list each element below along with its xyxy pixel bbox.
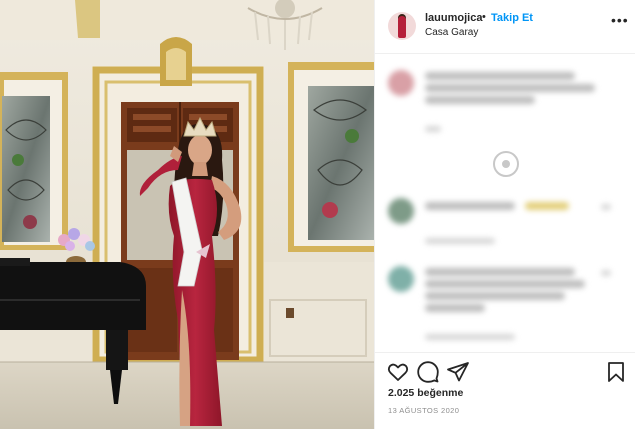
avatar[interactable] (388, 12, 416, 40)
ceiling-ornament-left (75, 0, 100, 38)
post-header: lauumojica • Takip Et Casa Garay ••• (375, 0, 635, 54)
location-link[interactable]: Casa Garay (425, 27, 478, 38)
comments-list (375, 54, 635, 352)
photo-scene (0, 0, 374, 429)
follow-button[interactable]: Takip Et (491, 12, 533, 24)
separator-dot: • (482, 11, 486, 23)
paper-plane-icon[interactable] (446, 360, 470, 384)
comment-icon[interactable] (416, 360, 440, 384)
bookmark-icon[interactable] (604, 360, 628, 384)
post-photo[interactable] (0, 0, 374, 429)
more-options-icon[interactable]: ••• (611, 12, 629, 28)
post-date: 13 AĞUSTOS 2020 (388, 406, 460, 415)
heart-icon[interactable] (386, 360, 410, 384)
username-link[interactable]: lauumojica (425, 12, 482, 24)
like-count[interactable]: 2.025 beğenme (388, 387, 463, 399)
post-actions: 2.025 beğenme 13 AĞUSTOS 2020 (375, 352, 635, 430)
instagram-post: lauumojica • Takip Et Casa Garay ••• 2.0… (0, 0, 635, 429)
post-side-panel: lauumojica • Takip Et Casa Garay ••• 2.0… (374, 0, 635, 429)
load-more-comments-icon[interactable] (493, 151, 519, 177)
